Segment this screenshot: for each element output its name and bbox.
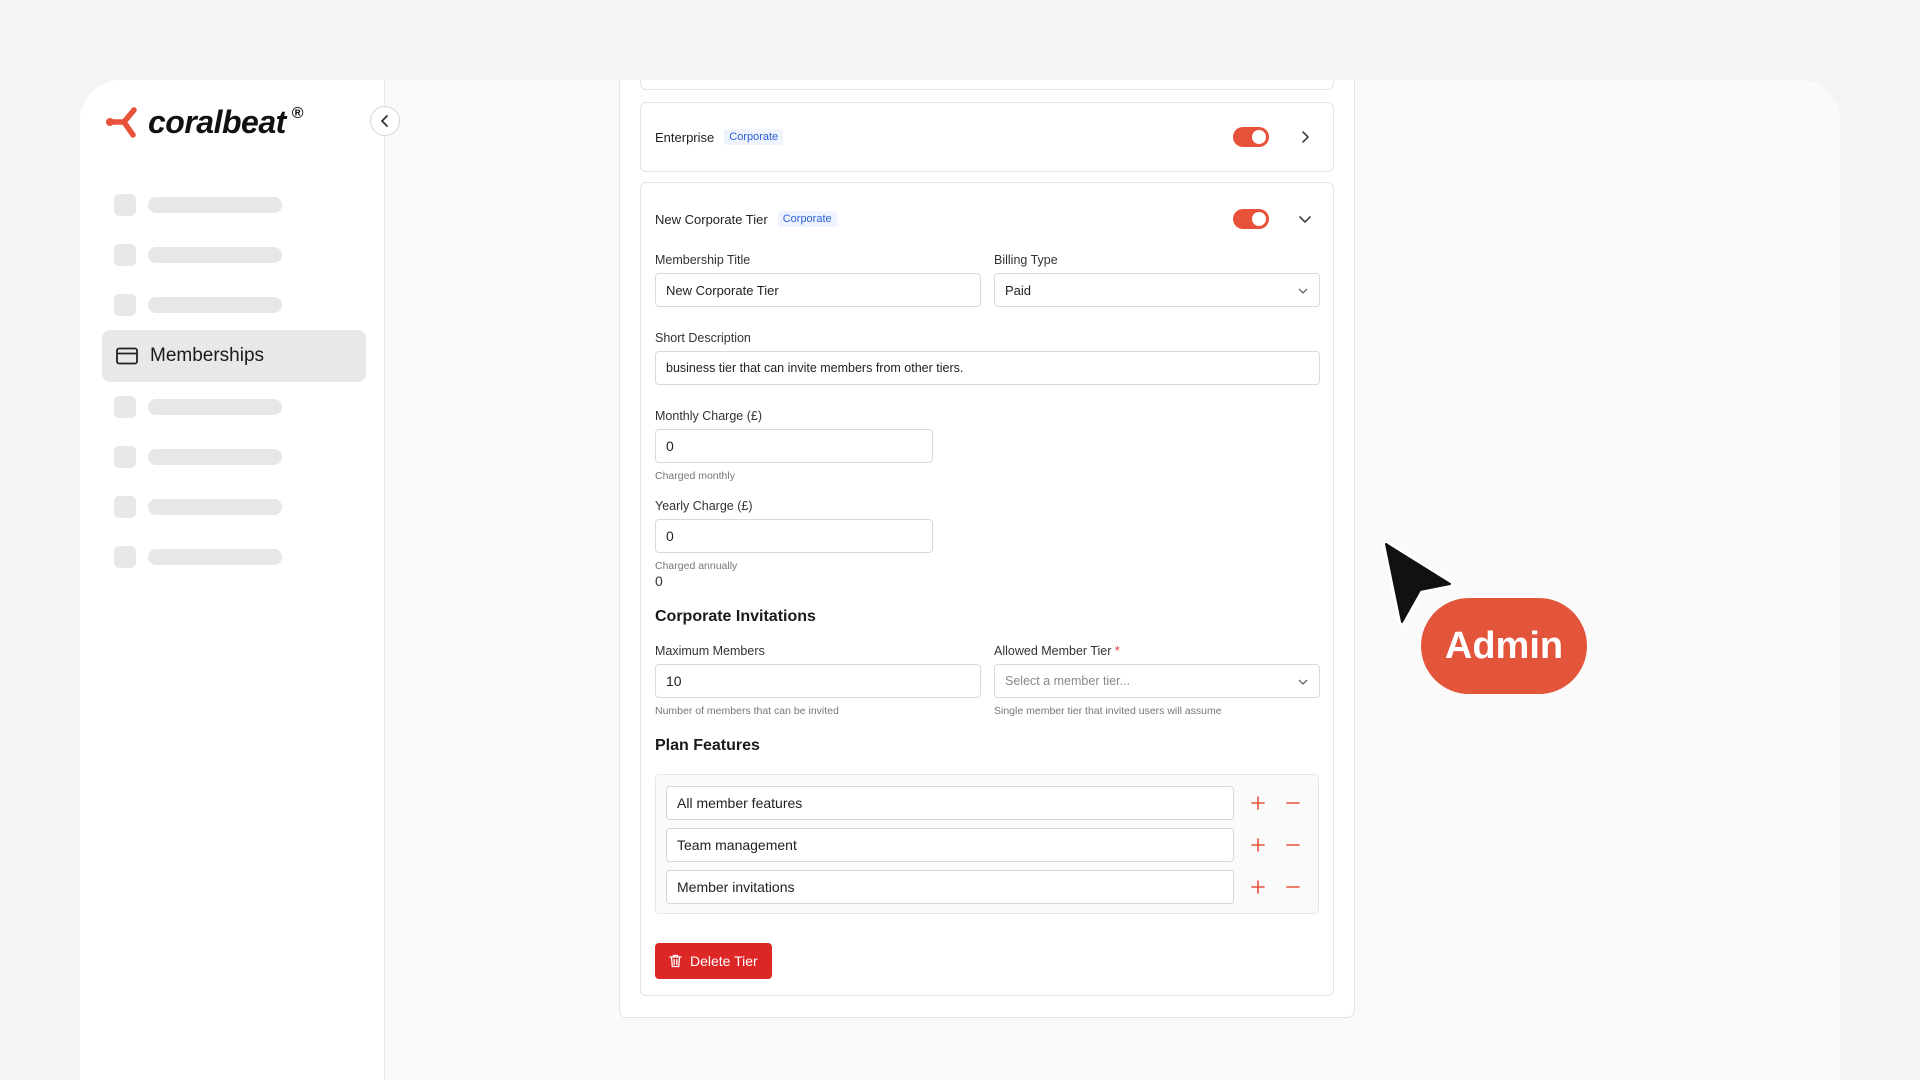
delete-tier-label: Delete Tier xyxy=(690,953,758,969)
billing-type-select[interactable]: Paid xyxy=(994,273,1320,307)
tier-name: New Corporate Tier xyxy=(655,211,768,227)
required-marker: * xyxy=(1114,644,1120,658)
tier-badge: Corporate xyxy=(724,129,784,145)
plan-features-list: All member features Team management Memb… xyxy=(655,774,1319,914)
feature-row: Team management xyxy=(666,828,1310,862)
sidebar-item-placeholder[interactable] xyxy=(102,432,366,482)
feature-row: Member invitations xyxy=(666,870,1310,904)
monthly-charge-help: Charged monthly xyxy=(655,470,735,482)
feature-input[interactable]: All member features xyxy=(666,786,1234,820)
allowed-member-tier-label-text: Allowed Member Tier xyxy=(994,644,1112,658)
sidebar-nav: Memberships xyxy=(102,180,366,582)
chevron-down-icon[interactable] xyxy=(1297,211,1313,227)
app-window: coralbeat ® Memberships Enterprise Corpo… xyxy=(80,80,1840,1080)
sidebar-item-placeholder[interactable] xyxy=(102,382,366,432)
allowed-member-tier-select[interactable]: Select a member tier... xyxy=(994,664,1320,698)
sidebar-item-placeholder[interactable] xyxy=(102,230,366,280)
credit-card-icon xyxy=(116,347,138,365)
feature-input[interactable]: Team management xyxy=(666,828,1234,862)
skeleton-icon xyxy=(114,294,136,316)
tier-card-new-corporate: New Corporate Tier Corporate Membership … xyxy=(640,182,1334,996)
chevron-down-icon xyxy=(1298,288,1308,294)
admin-role-badge: Admin xyxy=(1421,598,1587,694)
skeleton-label xyxy=(148,499,282,515)
skeleton-label xyxy=(148,247,282,263)
minus-icon[interactable] xyxy=(1284,836,1302,854)
tier-enabled-toggle[interactable] xyxy=(1233,209,1269,229)
tier-card-enterprise[interactable]: Enterprise Corporate xyxy=(640,102,1334,172)
sidebar-item-placeholder[interactable] xyxy=(102,180,366,230)
skeleton-icon xyxy=(114,244,136,266)
membership-title-input[interactable]: New Corporate Tier xyxy=(655,273,981,307)
tiers-panel: Enterprise Corporate New Corporate Tier … xyxy=(619,80,1355,1018)
plan-features-heading: Plan Features xyxy=(655,737,760,754)
allowed-member-tier-help: Single member tier that invited users wi… xyxy=(994,705,1222,717)
delete-tier-button[interactable]: Delete Tier xyxy=(655,943,772,979)
allowed-member-tier-placeholder: Select a member tier... xyxy=(1005,674,1131,688)
sidebar-item-placeholder[interactable] xyxy=(102,482,366,532)
feature-input[interactable]: Member invitations xyxy=(666,870,1234,904)
short-description-label: Short Description xyxy=(655,331,751,345)
yearly-charge-help: Charged annually xyxy=(655,560,738,572)
yearly-charge-echo: 0 xyxy=(655,573,663,589)
skeleton-icon xyxy=(114,194,136,216)
feature-row: All member features xyxy=(666,786,1310,820)
plus-icon[interactable] xyxy=(1249,794,1267,812)
skeleton-icon xyxy=(114,446,136,468)
skeleton-label xyxy=(148,549,282,565)
coralbeat-logo-icon xyxy=(106,107,137,138)
plus-icon[interactable] xyxy=(1249,836,1267,854)
skeleton-icon xyxy=(114,396,136,418)
tier-header: Enterprise Corporate xyxy=(655,129,784,145)
skeleton-icon xyxy=(114,496,136,518)
brand-logo[interactable]: coralbeat ® xyxy=(104,102,304,142)
main-content: Enterprise Corporate New Corporate Tier … xyxy=(385,80,1840,1080)
chevron-left-icon xyxy=(381,115,388,127)
sidebar-item-memberships[interactable]: Memberships xyxy=(102,330,366,382)
tier-card-previous xyxy=(640,80,1334,90)
minus-icon[interactable] xyxy=(1284,794,1302,812)
skeleton-label xyxy=(148,297,282,313)
skeleton-label xyxy=(148,449,282,465)
short-description-input[interactable]: business tier that can invite members fr… xyxy=(655,351,1320,385)
tier-header: New Corporate Tier Corporate xyxy=(655,211,837,227)
billing-type-label: Billing Type xyxy=(994,253,1058,267)
brand-name: coralbeat xyxy=(148,103,286,140)
maximum-members-label: Maximum Members xyxy=(655,644,765,658)
monthly-charge-label: Monthly Charge (£) xyxy=(655,409,762,423)
chevron-down-icon xyxy=(1298,679,1308,685)
skeleton-label xyxy=(148,197,282,213)
sidebar: coralbeat ® Memberships xyxy=(80,80,385,1080)
tier-name: Enterprise xyxy=(655,129,715,145)
corporate-invitations-heading: Corporate Invitations xyxy=(655,608,816,625)
minus-icon[interactable] xyxy=(1284,878,1302,896)
yearly-charge-label: Yearly Charge (£) xyxy=(655,499,753,513)
monthly-charge-input[interactable]: 0 xyxy=(655,429,933,463)
maximum-members-help: Number of members that can be invited xyxy=(655,705,839,717)
sidebar-item-placeholder[interactable] xyxy=(102,280,366,330)
maximum-members-input[interactable]: 10 xyxy=(655,664,981,698)
tier-enabled-toggle[interactable] xyxy=(1233,127,1269,147)
plus-icon[interactable] xyxy=(1249,878,1267,896)
skeleton-icon xyxy=(114,546,136,568)
membership-title-label: Membership Title xyxy=(655,253,751,267)
chevron-right-icon[interactable] xyxy=(1297,129,1313,145)
tier-badge: Corporate xyxy=(777,211,837,227)
trash-icon xyxy=(669,954,682,968)
registered-mark: ® xyxy=(291,105,304,122)
sidebar-item-placeholder[interactable] xyxy=(102,532,366,582)
skeleton-label xyxy=(148,399,282,415)
collapse-sidebar-button[interactable] xyxy=(370,106,400,136)
yearly-charge-input[interactable]: 0 xyxy=(655,519,933,553)
billing-type-value: Paid xyxy=(1005,282,1032,298)
allowed-member-tier-label: Allowed Member Tier * xyxy=(994,644,1120,658)
sidebar-item-label: Memberships xyxy=(150,345,265,366)
